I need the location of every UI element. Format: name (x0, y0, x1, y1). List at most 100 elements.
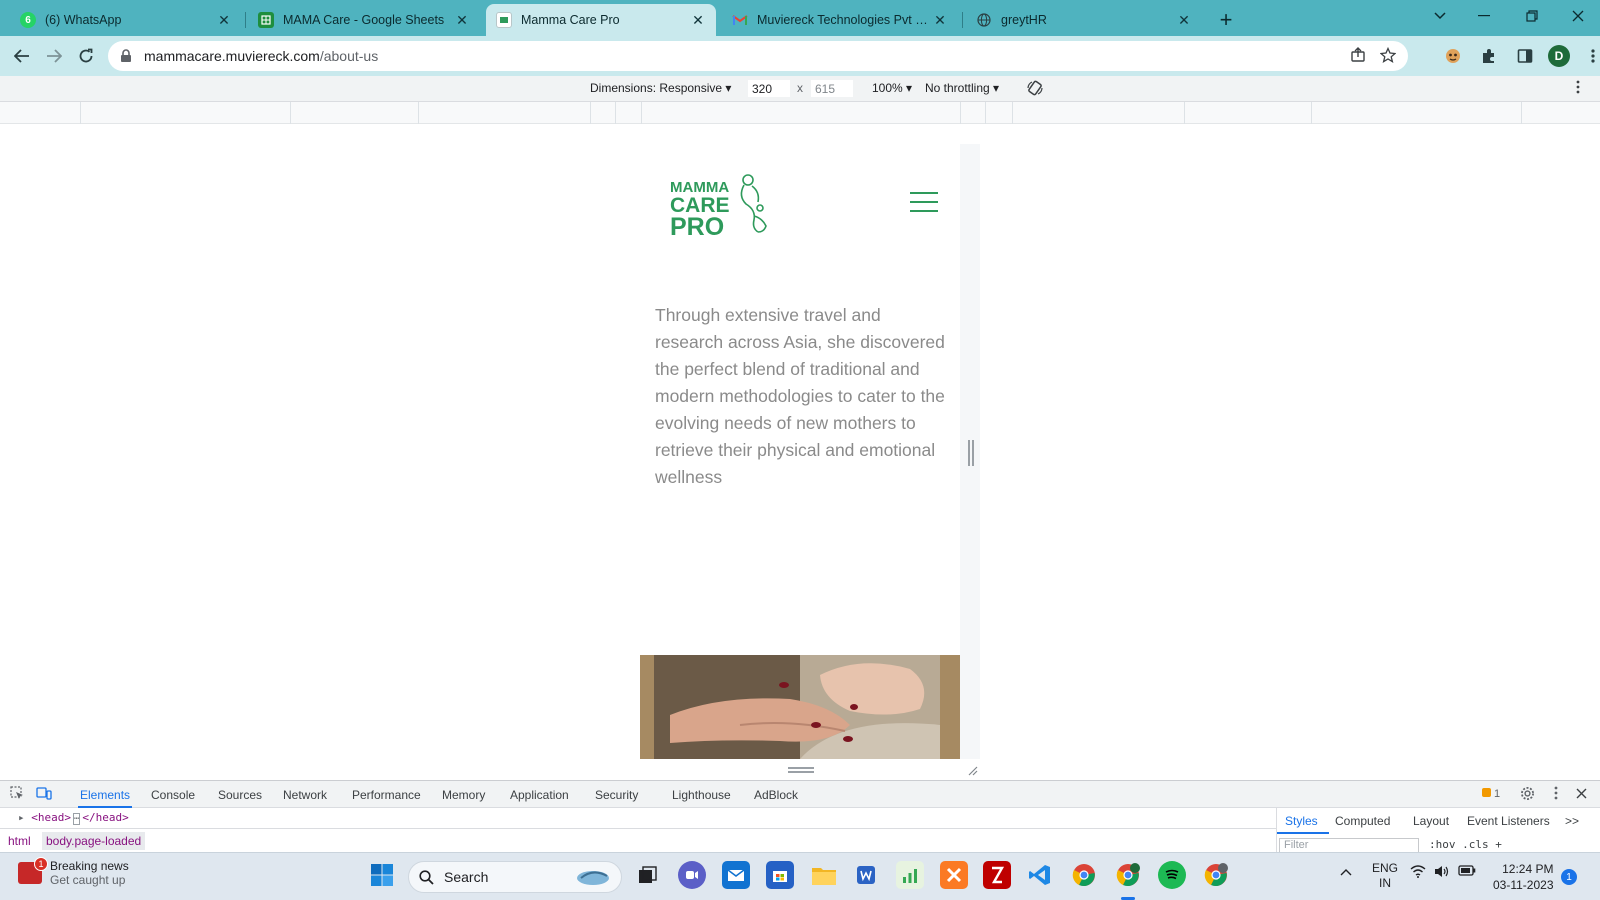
devtools-tab-application[interactable]: Application (510, 788, 569, 802)
device-toggle-icon[interactable] (36, 786, 52, 803)
hamburger-menu-icon[interactable] (910, 192, 938, 214)
devtools-tab-performance[interactable]: Performance (352, 788, 421, 802)
window-close-icon[interactable] (1556, 0, 1600, 32)
share-icon[interactable] (1350, 47, 1366, 67)
side-tab-computed[interactable]: Computed (1335, 814, 1390, 828)
tab-mamma-care-pro[interactable]: Mamma Care Pro ✕ (486, 4, 716, 36)
close-icon[interactable]: ✕ (216, 12, 232, 28)
crumb-html[interactable]: html (8, 834, 31, 848)
side-panel-icon[interactable] (1512, 42, 1538, 70)
back-arrow-icon[interactable] (8, 42, 36, 70)
microsoft-store-icon[interactable] (766, 861, 794, 889)
tab-whatsapp[interactable]: 6 (6) WhatsApp ✕ (10, 4, 242, 36)
side-tab-layout[interactable]: Layout (1413, 814, 1449, 828)
devtools-tab-sources[interactable]: Sources (218, 788, 262, 802)
devtools-tab-adblock[interactable]: AdBlock (754, 788, 798, 802)
extensions-puzzle-icon[interactable] (1476, 42, 1502, 70)
mamma-care-pro-logo[interactable]: MAMMA CARE PRO (668, 172, 778, 241)
zoom-dropdown[interactable]: 100% ▾ (872, 81, 912, 95)
device-toolbar-kebab-icon[interactable] (1576, 80, 1580, 97)
filezilla-icon[interactable] (983, 861, 1011, 889)
notification-badge[interactable]: 1 (1561, 869, 1577, 885)
side-tabs-more[interactable]: >> (1565, 814, 1579, 828)
word-icon[interactable] (852, 861, 880, 889)
media-query-ruler[interactable] (0, 102, 1600, 124)
close-icon[interactable]: ✕ (1176, 12, 1192, 28)
tray-chevron-up-icon[interactable] (1340, 865, 1352, 879)
vscode-icon[interactable] (1026, 861, 1054, 889)
language-indicator[interactable]: ENG IN (1372, 861, 1398, 891)
bottom-resize-handle[interactable] (788, 767, 814, 773)
side-tab-event-listeners[interactable]: Event Listeners (1467, 814, 1550, 828)
close-icon[interactable]: ✕ (454, 12, 470, 28)
dom-ellipsis[interactable]: ⋯ (73, 813, 81, 825)
battery-icon[interactable] (1458, 865, 1476, 879)
mail-icon[interactable] (722, 861, 750, 889)
tab-muviereck[interactable]: Muviereck Technologies Pvt Ltd ✕ (722, 4, 958, 36)
minimize-icon[interactable] (1462, 0, 1506, 32)
close-icon[interactable]: ✕ (690, 12, 706, 28)
dimensions-label: Dimensions: Responsive (590, 81, 723, 95)
right-resize-handle[interactable] (968, 440, 974, 466)
side-tab-styles[interactable]: Styles (1285, 814, 1318, 828)
stocks-icon[interactable] (896, 861, 924, 889)
styles-toolbar[interactable]: :hov .cls + (1429, 838, 1502, 851)
restore-icon[interactable] (1510, 0, 1554, 32)
devtools-tab-elements[interactable]: Elements (80, 788, 130, 802)
file-explorer-icon[interactable] (810, 861, 838, 889)
kebab-menu-icon[interactable] (1580, 42, 1600, 70)
dom-head-open[interactable]: <head> (31, 811, 71, 824)
wifi-icon[interactable] (1410, 865, 1426, 881)
windows-start-icon[interactable] (368, 861, 396, 889)
profile-avatar[interactable]: D (1548, 45, 1570, 67)
bookmark-star-icon[interactable] (1379, 46, 1397, 67)
chrome-icon[interactable] (1070, 861, 1098, 889)
rotate-icon[interactable] (1026, 79, 1044, 100)
xampp-icon[interactable] (940, 861, 968, 889)
news-widget[interactable]: 1 Breaking news Get caught up (18, 857, 129, 887)
height-input[interactable]: 615 (810, 79, 854, 98)
url-path: /about-us (319, 48, 379, 64)
tab-search-chevron-icon[interactable] (1418, 0, 1462, 32)
devtools-tab-security[interactable]: Security (595, 788, 638, 802)
task-view-icon[interactable] (634, 861, 662, 889)
close-icon[interactable]: ✕ (932, 12, 948, 28)
tab-title: Muviereck Technologies Pvt Ltd (757, 13, 932, 27)
corner-resize-icon[interactable] (966, 763, 978, 776)
forward-arrow-icon[interactable] (40, 42, 68, 70)
issues-counter[interactable]: 1 (1482, 788, 1500, 800)
address-bar[interactable]: mammacare.muviereck.com/about-us (108, 41, 1408, 71)
settings-gear-icon[interactable] (1520, 786, 1535, 804)
devtools-tab-memory[interactable]: Memory (442, 788, 485, 802)
tab-greythr[interactable]: greytHR ✕ (966, 4, 1202, 36)
taskbar-search[interactable]: Search (408, 861, 622, 893)
chrome-profile-2-icon[interactable] (1202, 861, 1230, 889)
system-clock[interactable]: 12:24 PM 03-11-2023 (1493, 861, 1554, 893)
chrome-profile-icon[interactable] (1114, 861, 1142, 889)
new-tab-button[interactable]: + (1212, 6, 1240, 34)
extension-face-icon[interactable] (1440, 42, 1466, 70)
devtools-close-icon[interactable] (1576, 786, 1587, 802)
devtools-tab-network[interactable]: Network (283, 788, 327, 802)
expand-triangle-icon[interactable]: ▸ (18, 811, 25, 824)
width-input[interactable]: 320 (747, 79, 791, 98)
spotify-icon[interactable] (1158, 861, 1186, 889)
inspect-element-icon[interactable] (10, 786, 24, 803)
lock-icon[interactable] (120, 49, 134, 63)
tab-title: greytHR (1001, 13, 1047, 27)
dom-head-close[interactable]: </head> (82, 811, 128, 824)
crumb-body[interactable]: body.page-loaded (42, 832, 146, 850)
throttling-dropdown[interactable]: No throttling ▾ (925, 81, 999, 95)
styles-sidebar: Styles Computed Layout Event Listeners >… (1276, 808, 1600, 854)
tab-google-sheets[interactable]: MAMA Care - Google Sheets ✕ (248, 4, 480, 36)
devtools-kebab-icon[interactable] (1554, 786, 1558, 803)
devtools-tab-console[interactable]: Console (151, 788, 195, 802)
dom-tree[interactable]: ▸ <head> ⋯ </head> (0, 808, 1280, 828)
gmail-icon (732, 12, 748, 28)
throttling-label: No throttling (925, 81, 990, 95)
teams-chat-icon[interactable] (678, 861, 706, 889)
dimensions-dropdown[interactable]: Dimensions: Responsive ▾ (590, 81, 731, 95)
devtools-tab-lighthouse[interactable]: Lighthouse (672, 788, 731, 802)
reload-icon[interactable] (72, 42, 100, 70)
volume-icon[interactable] (1434, 865, 1450, 881)
